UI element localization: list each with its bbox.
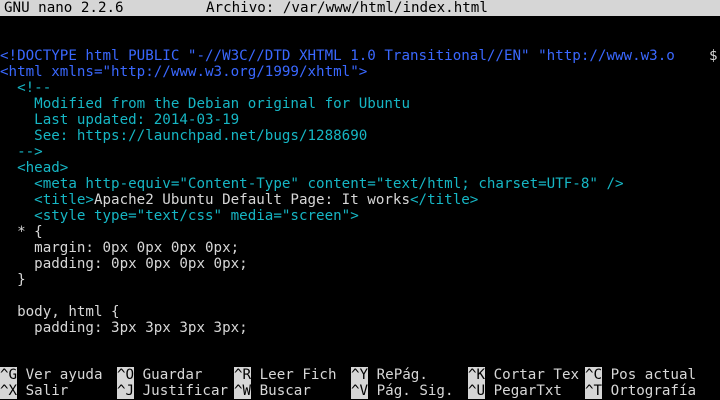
editor-line-title[interactable]: <title>Apache2 Ubuntu Default Page: It w… — [0, 192, 478, 208]
editor-line[interactable]: } — [0, 272, 26, 288]
editor-line[interactable]: Modified from the Debian original for Ub… — [0, 96, 410, 112]
shortcut-next-page[interactable]: ^V Pág. Sig. — [351, 383, 454, 399]
shortcut-key: ^V — [351, 383, 369, 399]
shortcut-key: ^O — [117, 367, 135, 383]
editor-line[interactable]: margin: 0px 0px 0px 0px; — [0, 240, 239, 256]
shortcut-key: ^X — [0, 383, 18, 399]
shortcut-key: ^C — [585, 367, 603, 383]
shortcut-key: ^R — [234, 367, 252, 383]
shortcut-label: Ver ayuda — [25, 367, 103, 383]
shortcut-key: ^Y — [351, 367, 369, 383]
editor-line[interactable]: --> — [0, 144, 43, 160]
editor-area[interactable]: <!DOCTYPE html PUBLIC "-//W3C//DTD XHTML… — [0, 0, 720, 400]
editor-line[interactable]: padding: 3px 3px 3px 3px; — [0, 320, 248, 336]
shortcut-label: PegarTxt — [493, 383, 562, 399]
title-text: Apache2 Ubuntu Default Page: It works — [93, 192, 411, 208]
shortcut-label: RePág. — [376, 367, 428, 383]
shortcut-spell-check[interactable]: ^T Ortografía — [585, 383, 696, 399]
shortcut-search[interactable]: ^W Buscar — [234, 383, 311, 399]
shortcut-justify[interactable]: ^J Justificar — [117, 383, 228, 399]
editor-line[interactable]: body, html { — [0, 304, 120, 320]
shortcut-label: Justificar — [142, 383, 229, 399]
shortcut-exit[interactable]: ^X Salir — [0, 383, 68, 399]
shortcut-key: ^W — [234, 383, 252, 399]
shortcut-cut-text[interactable]: ^K Cortar Tex — [468, 367, 579, 383]
shortcut-key: ^K — [468, 367, 486, 383]
shortcut-label: Leer Fich — [259, 367, 337, 383]
shortcut-key: ^G — [0, 367, 18, 383]
title-close-tag: </title> — [410, 192, 479, 208]
shortcut-label: Buscar — [259, 383, 311, 399]
editor-line[interactable]: * { — [0, 224, 43, 240]
shortcut-label: Pág. Sig. — [376, 383, 454, 399]
shortcut-help[interactable]: ^G Ver ayuda — [0, 367, 103, 383]
shortcut-label: Pos actual — [610, 367, 697, 383]
shortcut-key: ^T — [585, 383, 603, 399]
editor-line[interactable]: <head> — [0, 160, 68, 176]
editor-line[interactable]: padding: 0px 0px 0px 0px; — [0, 256, 248, 272]
shortcut-read-file[interactable]: ^R Leer Fich — [234, 367, 337, 383]
editor-line[interactable]: Last updated: 2014-03-19 — [0, 112, 239, 128]
shortcut-key: ^J — [117, 383, 135, 399]
editor-line[interactable]: <meta http-equiv="Content-Type" content=… — [0, 176, 623, 192]
editor-line[interactable]: See: https://launchpad.net/bugs/1288690 — [0, 128, 367, 144]
shortcut-label: Ortografía — [610, 383, 697, 399]
shortcut-paste-text[interactable]: ^U PegarTxt — [468, 383, 562, 399]
editor-line[interactable]: <style type="text/css" media="screen"> — [0, 208, 359, 224]
title-open-tag: <title> — [0, 192, 94, 208]
editor-line[interactable]: <!DOCTYPE html PUBLIC "-//W3C//DTD XHTML… — [0, 48, 675, 64]
shortcut-save[interactable]: ^O Guardar — [117, 367, 202, 383]
shortcut-key: ^U — [468, 383, 486, 399]
editor-line[interactable]: <html xmlns="http://www.w3.org/1999/xhtm… — [0, 64, 367, 80]
shortcut-label: Salir — [25, 383, 69, 399]
shortcut-label: Guardar — [142, 367, 203, 383]
shortcut-cursor-position[interactable]: ^C Pos actual — [585, 367, 696, 383]
line-overflow-marker: $ — [709, 48, 718, 64]
editor-line[interactable]: <!-- — [0, 80, 51, 96]
shortcut-prev-page[interactable]: ^Y RePág. — [351, 367, 428, 383]
shortcut-label: Cortar Tex — [493, 367, 580, 383]
